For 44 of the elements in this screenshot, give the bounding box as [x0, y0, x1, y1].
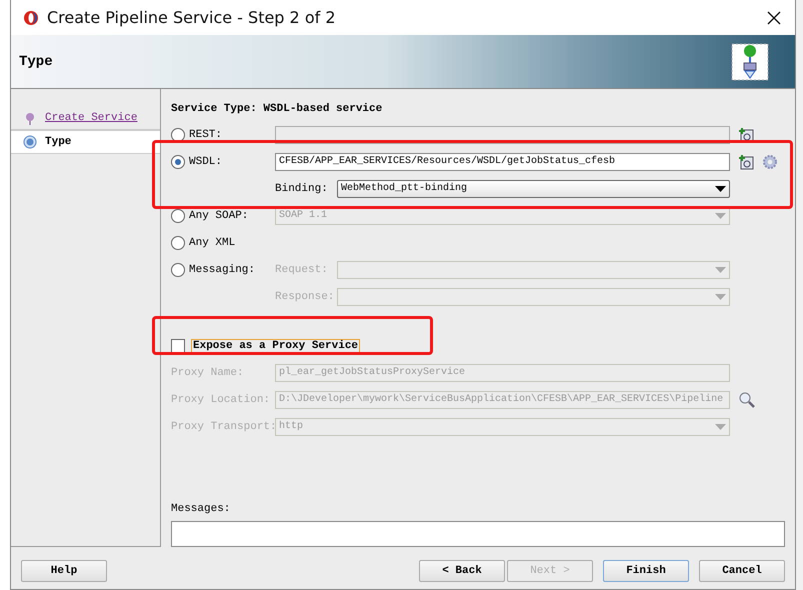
- option-label: Messaging:: [189, 264, 256, 276]
- close-icon[interactable]: [767, 10, 781, 24]
- field-label: Proxy Name:: [171, 366, 245, 378]
- search-icon[interactable]: [738, 390, 756, 408]
- radio-button[interactable]: [171, 128, 185, 142]
- radio-button[interactable]: [171, 208, 185, 222]
- document-plus-icon[interactable]: [738, 126, 754, 142]
- option-label: WSDL:: [189, 156, 222, 168]
- radio-button[interactable]: [171, 236, 185, 250]
- dialog-button[interactable]: < Back: [419, 560, 505, 582]
- field-label: Request:: [275, 264, 329, 276]
- step-item[interactable]: Type: [11, 130, 160, 154]
- app-logo-icon: [23, 10, 39, 26]
- checkbox[interactable]: [171, 338, 185, 352]
- step-marker-icon: [23, 111, 37, 125]
- option-label: Any XML: [189, 236, 236, 248]
- binding-dropdown[interactable]: WebMethod_ptt-binding: [337, 180, 730, 198]
- dialog-button[interactable]: Finish: [603, 560, 689, 582]
- caret-icon: [715, 266, 726, 272]
- caret-icon: [715, 294, 726, 300]
- field-label: Proxy Transport:: [171, 420, 275, 432]
- caret-icon: [715, 186, 726, 192]
- dialog-button[interactable]: Cancel: [699, 560, 785, 582]
- option-label: Any SOAP:: [189, 210, 248, 222]
- messages-field[interactable]: [171, 521, 785, 547]
- service-type-heading: Service Type: WSDL-based service: [171, 103, 384, 117]
- gear-icon[interactable]: [762, 154, 778, 170]
- caret-icon: [715, 424, 726, 430]
- window-title: Create Pipeline Service - Step 2 of 2: [47, 8, 336, 27]
- dialog-button[interactable]: Help: [21, 560, 107, 582]
- checkbox-label: Expose as a Proxy Service: [191, 338, 360, 352]
- wsdl-field[interactable]: CFESB/APP_EAR_SERVICES/Resources/WSDL/getJobStatus_cfesb: [275, 152, 730, 170]
- field-label: Proxy Location:: [171, 394, 272, 406]
- radio-button[interactable]: [171, 262, 185, 276]
- radio-button[interactable]: [171, 154, 185, 168]
- option-label: REST:: [189, 128, 222, 140]
- pipeline-icon: [731, 42, 769, 80]
- messages-label: Messages:: [171, 503, 232, 517]
- binding-label: Binding:: [275, 182, 329, 194]
- page-title: Type: [19, 54, 54, 70]
- document-plus-icon[interactable]: [738, 154, 754, 170]
- caret-icon: [715, 212, 726, 218]
- field-label: Response:: [275, 290, 336, 302]
- step-marker-icon: [23, 135, 37, 149]
